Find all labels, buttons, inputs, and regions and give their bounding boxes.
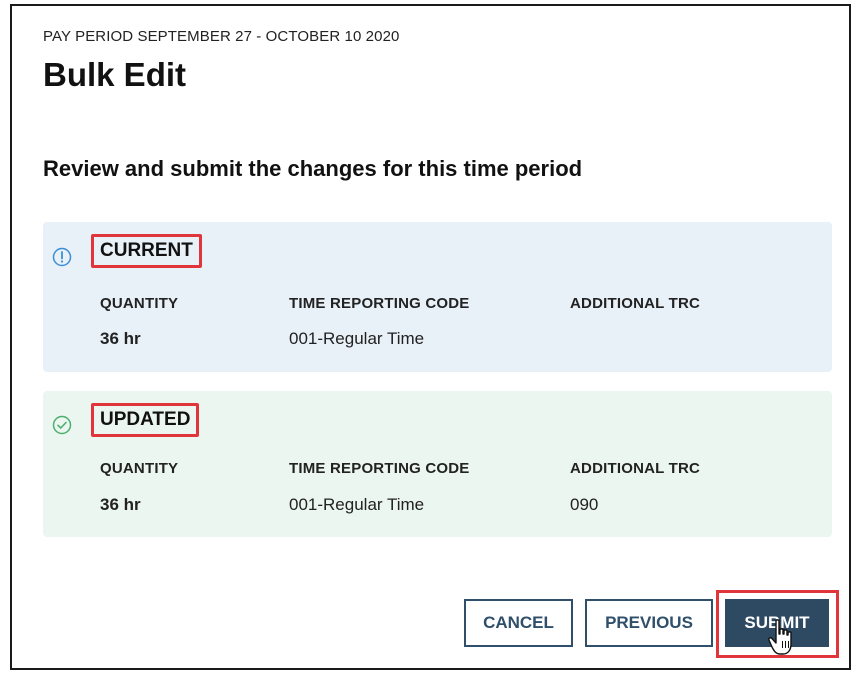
dialog-subtitle: Review and submit the changes for this t… bbox=[43, 156, 583, 181]
updated-quantity-value: 36 hr bbox=[100, 495, 141, 514]
updated-additional-trc-header: ADDITIONAL TRC bbox=[570, 460, 701, 477]
updated-additional-trc-value: 090 bbox=[570, 495, 599, 514]
updated-quantity-header: QUANTITY bbox=[100, 460, 179, 477]
updated-status-label: UPDATED bbox=[91, 403, 200, 437]
updated-trc-header: TIME REPORTING CODE bbox=[289, 460, 470, 477]
current-trc-header: TIME REPORTING CODE bbox=[289, 295, 470, 312]
pay-period-label: PAY PERIOD SEPTEMBER 27 - OCTOBER 10 202… bbox=[43, 28, 400, 45]
check-circle-icon bbox=[52, 415, 72, 435]
dialog-title: Bulk Edit bbox=[43, 56, 187, 93]
current-quantity-value: 36 hr bbox=[100, 329, 141, 348]
info-icon bbox=[52, 247, 72, 267]
updated-trc-value: 001-Regular Time bbox=[289, 495, 425, 514]
current-card: CURRENT QUANTITY TIME REPORTING CODE ADD… bbox=[43, 222, 832, 372]
previous-button[interactable]: PREVIOUS bbox=[585, 599, 713, 647]
current-trc-value: 001-Regular Time bbox=[289, 329, 425, 348]
current-quantity-header: QUANTITY bbox=[100, 295, 179, 312]
current-additional-trc-header: ADDITIONAL TRC bbox=[570, 295, 701, 312]
cancel-button[interactable]: CANCEL bbox=[464, 599, 573, 647]
bulk-edit-dialog: PAY PERIOD SEPTEMBER 27 - OCTOBER 10 202… bbox=[10, 4, 851, 670]
current-status-label: CURRENT bbox=[91, 234, 202, 268]
hand-cursor-icon bbox=[768, 619, 792, 655]
updated-card: UPDATED QUANTITY TIME REPORTING CODE ADD… bbox=[43, 391, 832, 537]
